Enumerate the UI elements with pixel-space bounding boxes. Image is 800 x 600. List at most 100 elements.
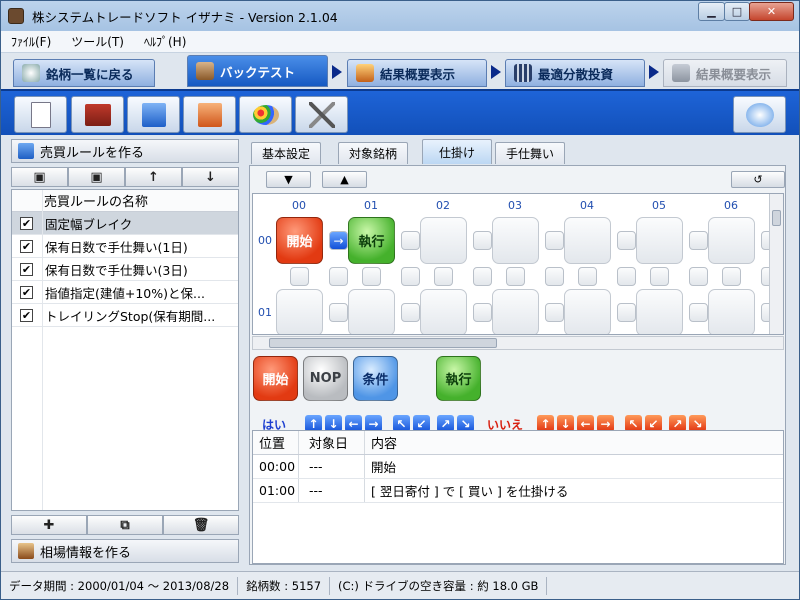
table-row[interactable]: 00:00 --- 開始 [253,455,783,479]
rule-checkbox[interactable]: ✔ [20,216,33,230]
connector-slot[interactable] [650,267,669,286]
menu-file[interactable]: ﾌｧｲﾙ(F) [1,33,61,50]
grid-cell[interactable] [564,289,611,334]
log-header-position[interactable]: 位置 [253,431,299,454]
rule-row[interactable]: ✔ 保有日数で手仕舞い(1日) [12,235,238,258]
rule-row[interactable]: ✔ 指値指定(建値+10%)と保... [12,281,238,304]
rule-checkbox[interactable]: ✔ [20,308,33,322]
connector-slot[interactable] [473,303,492,322]
connector-slot[interactable] [545,231,564,250]
maximize-button[interactable]: □ [724,2,750,21]
close-button[interactable]: ✕ [749,2,794,21]
rule-checkbox[interactable]: ✔ [20,239,33,253]
connector-slot[interactable] [722,267,741,286]
connector-slot[interactable] [329,303,348,322]
grid-cell[interactable] [492,289,539,334]
table-row[interactable]: 01:00 --- [ 翌日寄付 ] で [ 買い ] を仕掛ける [253,479,783,503]
grid-cell[interactable] [276,289,323,334]
flow-grid[interactable]: 00 01 02 03 04 05 06 00 01 開始 → 執行 [252,193,784,335]
copy-rule-button[interactable]: ⧉ [87,515,163,535]
subtab-basic-settings[interactable]: 基本設定 [251,142,321,164]
export-button[interactable] [127,96,180,133]
connector-slot[interactable] [689,267,708,286]
grid-cell[interactable] [636,217,683,264]
rule-row[interactable]: ✔ 固定幅ブレイク [12,212,238,235]
connector-slot[interactable] [617,303,636,322]
save-flow-button[interactable]: ▲ [322,171,367,188]
connector-slot[interactable] [689,303,708,322]
connector-slot[interactable] [362,267,381,286]
connector-slot[interactable] [290,267,309,286]
subtab-target-stocks[interactable]: 対象銘柄 [338,142,408,164]
settings-button[interactable] [733,96,786,133]
add-rule-button[interactable]: ✚ [11,515,87,535]
connector-slot[interactable] [401,303,420,322]
rule-checkbox[interactable]: ✔ [20,262,33,276]
grid-cell[interactable] [708,289,755,334]
tab-result-summary[interactable]: 結果概要表示 [347,59,487,87]
tab-optimal-diversification[interactable]: 最適分散投資 [505,59,645,87]
scroll-thumb[interactable] [269,338,497,348]
grid-cell[interactable] [492,217,539,264]
horizontal-scrollbar[interactable] [252,336,784,350]
move-up-button[interactable]: ↑ [125,167,182,187]
grid-cell[interactable] [348,289,395,334]
rules-section-header[interactable]: 売買ルールを作る [11,139,239,163]
connector-slot[interactable] [401,231,420,250]
palette-start-node[interactable]: 開始 [253,356,298,401]
grid-cell[interactable] [564,217,611,264]
subtab-exit[interactable]: 手仕舞い [495,142,565,164]
palette-exec-node[interactable]: 執行 [436,356,481,401]
scroll-thumb[interactable] [772,210,781,226]
rule-row[interactable]: ✔ トレイリングStop(保有期間... [12,304,238,327]
grid-cell[interactable] [708,217,755,264]
start-node[interactable]: 開始 [276,217,323,264]
import-button[interactable] [183,96,236,133]
new-document-button[interactable] [14,96,67,133]
log-header-date[interactable]: 対象日 [299,431,365,454]
rule-checkbox[interactable]: ✔ [20,285,33,299]
palette-nop-node[interactable]: NOP [303,356,348,401]
load-flow-button[interactable]: ▼ [266,171,311,188]
connector-slot[interactable] [434,267,453,286]
undo-button[interactable]: ↺ [731,171,785,188]
connector-slot[interactable] [617,267,636,286]
tab-label: 結果概要表示 [696,66,772,82]
open-button[interactable] [71,96,124,133]
connector-slot[interactable] [545,267,564,286]
grid-cell[interactable] [420,289,467,334]
menu-tools[interactable]: ツール(T) [61,33,134,50]
menu-help[interactable]: ﾍﾙﾌﾟ(H) [134,33,196,50]
subtab-entry[interactable]: 仕掛け [422,139,492,164]
connector-slot[interactable] [329,267,348,286]
connector-slot[interactable] [506,267,525,286]
vertical-scrollbar[interactable] [769,194,783,334]
arrow-right-icon [491,65,501,79]
minimize-button[interactable]: ▁ [698,2,725,21]
save-rule-button[interactable]: ▣ [11,167,68,187]
move-down-button[interactable]: ↓ [182,167,239,187]
connector-slot[interactable] [545,303,564,322]
palette-condition-node[interactable]: 条件 [353,356,398,401]
connector-slot[interactable] [473,231,492,250]
connector-slot[interactable] [689,231,708,250]
connector-slot[interactable] [578,267,597,286]
market-section-header[interactable]: 相場情報を作る [11,539,239,563]
rule-name: 保有日数で手仕舞い(3日) [45,262,188,278]
connector-slot[interactable] [617,231,636,250]
delete-rule-button[interactable]: 🗑 [163,515,239,535]
connector-slot[interactable] [401,267,420,286]
grid-cell[interactable] [420,217,467,264]
log-header-content[interactable]: 内容 [365,431,783,454]
exec-node[interactable]: 執行 [348,217,395,264]
palette-button[interactable] [239,96,292,133]
connector-slot[interactable] [473,267,492,286]
save-as-rule-button[interactable]: ▣ [68,167,125,187]
tab-stock-list[interactable]: 銘柄一覧に戻る [13,59,155,87]
tools-button[interactable] [295,96,348,133]
rule-row[interactable]: ✔ 保有日数で手仕舞い(3日) [12,258,238,281]
grid-cell[interactable] [636,289,683,334]
arrow-right-icon[interactable]: → [329,231,348,250]
col-label: 02 [436,199,450,212]
tab-backtest[interactable]: バックテスト [187,55,328,87]
